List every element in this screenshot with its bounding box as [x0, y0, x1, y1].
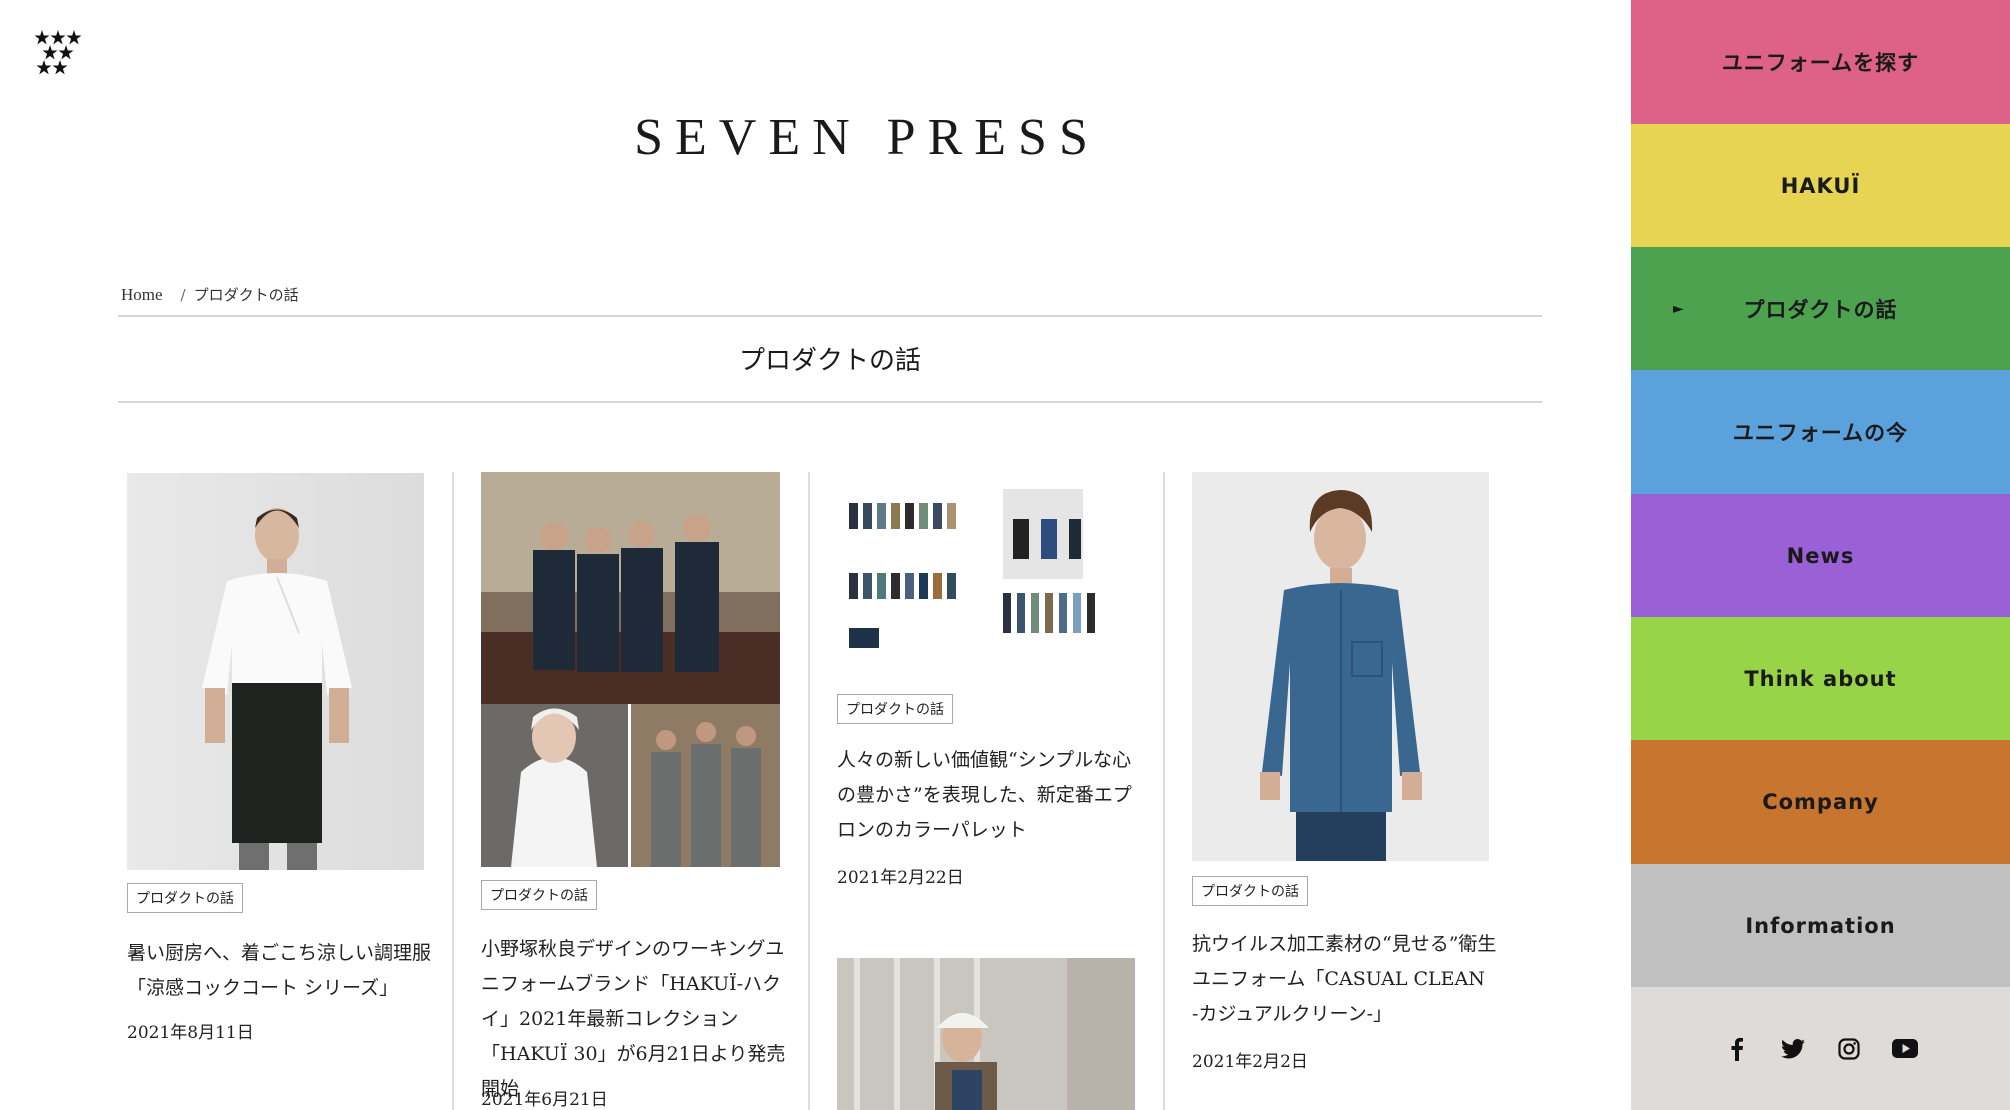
breadcrumb-current: プロダクトの話 [193, 286, 299, 304]
twitter-icon[interactable] [1780, 1036, 1806, 1062]
column-divider [452, 472, 454, 1110]
sidebar-item-hakui[interactable]: HAKUÏ [1631, 124, 2010, 248]
sidebar-item-label: News [1786, 544, 1855, 568]
youtube-icon[interactable] [1891, 1036, 1918, 1062]
sidebar-item-label: Company [1762, 790, 1879, 814]
category-tag[interactable]: プロダクトの話 [837, 694, 953, 724]
article-date: 2021年6月21日 [481, 1090, 608, 1110]
sidebar-item-label: Information [1745, 914, 1896, 938]
breadcrumb-home[interactable]: Home [121, 285, 163, 305]
article-image-chef-coat[interactable] [127, 473, 424, 870]
active-marker-icon: ► [1673, 301, 1685, 317]
sidebar-item-uniform-now[interactable]: ユニフォームの今 [1631, 370, 2010, 494]
article-image-casual-clean-shirt[interactable] [1192, 472, 1489, 861]
column-divider [1163, 472, 1165, 1110]
sidebar-item-label: ユニフォームを探す [1721, 51, 1920, 75]
article-title[interactable]: 人々の新しい価値観“シンプルな心の豊かさ”を表現した、新定番エプロンのカラーパレ… [837, 743, 1142, 848]
seven-stars-logo[interactable] [34, 28, 84, 78]
site-title[interactable]: SEVEN PRESS [0, 108, 1734, 167]
breadcrumb-separator: / [180, 285, 186, 304]
article-date: 2021年8月11日 [127, 1023, 254, 1043]
sidebar-item-find-uniform[interactable]: ユニフォームを探す [1631, 0, 2010, 124]
article-image-apron-palette[interactable] [837, 473, 1135, 676]
sidebar-item-news[interactable]: News [1631, 494, 2010, 618]
social-links [1631, 987, 2010, 1110]
article-title[interactable]: 抗ウイルス加工素材の“見せる”衛生ユニフォーム「CASUAL CLEAN -カジ… [1192, 927, 1497, 1032]
category-tag[interactable]: プロダクトの話 [1192, 876, 1308, 906]
instagram-icon[interactable] [1836, 1036, 1862, 1062]
article-image-casual-wear[interactable] [837, 958, 1135, 1110]
sidebar-item-label: Think about [1744, 667, 1897, 691]
category-tag[interactable]: プロダクトの話 [481, 880, 597, 910]
category-tag[interactable]: プロダクトの話 [127, 883, 243, 913]
article-date: 2021年2月22日 [837, 868, 964, 888]
sidebar-item-think-about[interactable]: Think about [1631, 617, 2010, 741]
section-title: プロダクトの話 [738, 346, 921, 376]
sidebar-item-product-stories[interactable]: ► プロダクトの話 [1631, 247, 2010, 371]
article-date: 2021年2月2日 [1192, 1052, 1308, 1072]
article-title[interactable]: 暑い厨房へ、着ごこち涼しい調理服「涼感コックコート シリーズ」 [127, 936, 432, 1006]
sidebar-item-label: ユニフォームの今 [1732, 421, 1909, 445]
article-image-hakui-collection[interactable] [481, 472, 780, 867]
article-title[interactable]: 小野塚秋良デザインのワーキングユニフォームブランド「HAKUÏ-ハクイ」2021… [481, 932, 786, 1107]
divider [118, 401, 1542, 403]
breadcrumb: Home / プロダクトの話 [121, 284, 299, 305]
sidebar-item-label: HAKUÏ [1780, 174, 1861, 198]
sidebar-item-label: プロダクトの話 [1743, 298, 1898, 322]
sidebar-item-company[interactable]: Company [1631, 740, 2010, 864]
sidebar-nav: ユニフォームを探す HAKUÏ ► プロダクトの話 ユニフォームの今 News T… [1631, 0, 2010, 1110]
divider [118, 315, 1542, 317]
sidebar-item-information[interactable]: Information [1631, 864, 2010, 988]
column-divider [808, 472, 810, 1110]
facebook-icon[interactable] [1724, 1036, 1750, 1062]
